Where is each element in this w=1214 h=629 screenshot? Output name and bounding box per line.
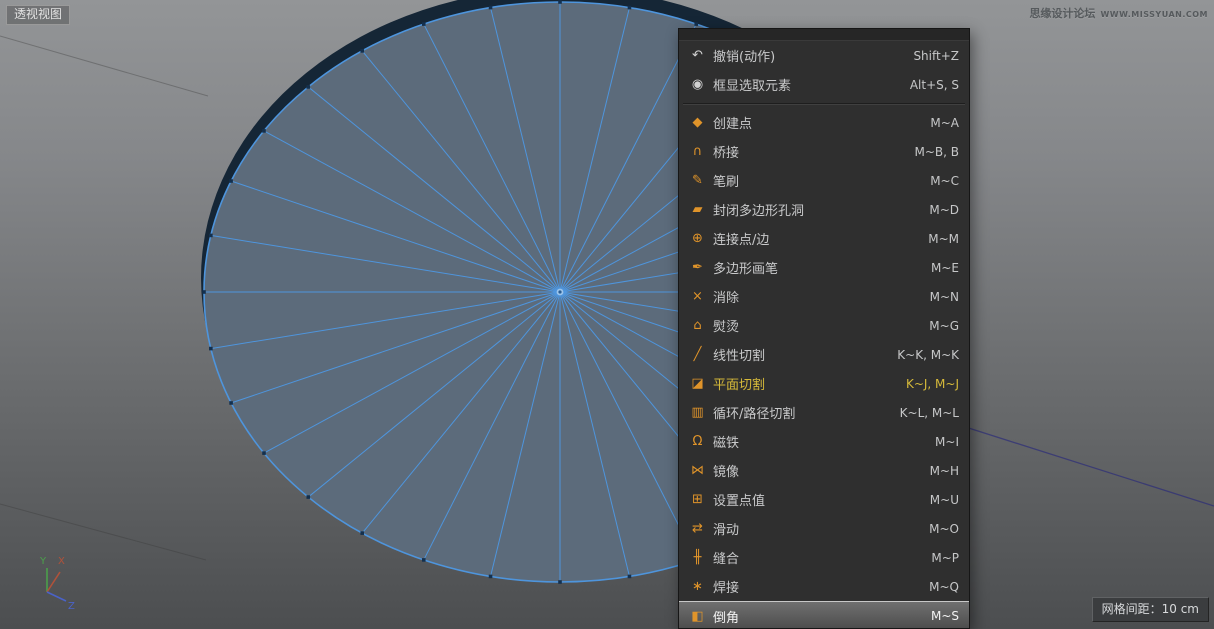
bridge-icon: ∩ bbox=[688, 145, 707, 158]
menu-item-shortcut: M~A bbox=[930, 116, 959, 130]
viewport: 透视视图 思缘设计论坛 WWW.MISSYUAN.COM Y X Z 网格间距：… bbox=[0, 0, 1214, 629]
menu-item-label: 创建点 bbox=[713, 113, 752, 132]
menu-item-label: 桥接 bbox=[713, 142, 739, 161]
menu-item-label: 平面切割 bbox=[713, 374, 765, 393]
loop-cut-icon: ▥ bbox=[688, 406, 707, 419]
menu-item-shortcut: K~J, M~J bbox=[906, 377, 959, 391]
menu-item-label: 框显选取元素 bbox=[713, 75, 791, 94]
menu-item-shortcut: M~H bbox=[930, 464, 959, 478]
menu-item-label: 撤销(动作) bbox=[713, 46, 775, 65]
menu-item-shortcut: M~N bbox=[930, 290, 959, 304]
brush-icon: ✎ bbox=[688, 174, 707, 187]
menu-item-label: 循环/路径切割 bbox=[713, 403, 795, 422]
line-cut-icon: ╱ bbox=[688, 348, 707, 361]
axis-x-line bbox=[47, 572, 60, 592]
menu-item-weld[interactable]: ∗ 焊接 M~Q bbox=[679, 572, 969, 601]
dissolve-icon: × bbox=[688, 290, 707, 303]
watermark-title: 思缘设计论坛 bbox=[1029, 5, 1095, 21]
menu-item-magnet[interactable]: Ω 磁铁 M~I bbox=[679, 427, 969, 456]
menu-item-label: 缝合 bbox=[713, 548, 739, 567]
slide-icon: ⇄ bbox=[688, 522, 707, 535]
menu-item-label: 封闭多边形孔洞 bbox=[713, 200, 804, 219]
menu-item-label: 连接点/边 bbox=[713, 229, 769, 248]
menu-item-shortcut: Shift+Z bbox=[913, 49, 959, 63]
menu-item-create-point[interactable]: ◆ 创建点 M~A bbox=[679, 108, 969, 137]
menu-item-shortcut: K~L, M~L bbox=[900, 406, 959, 420]
viewport-view-label[interactable]: 透视视图 bbox=[6, 5, 70, 25]
connect-icon: ⊕ bbox=[688, 232, 707, 245]
menu-item-bridge[interactable]: ∩ 桥接 M~B, B bbox=[679, 137, 969, 166]
menu-item-label: 消除 bbox=[713, 287, 739, 306]
menu-item-shortcut: M~I bbox=[935, 435, 959, 449]
menu-item-mirror[interactable]: ⋈ 镜像 M~H bbox=[679, 456, 969, 485]
menu-item-shortcut: M~U bbox=[930, 493, 959, 507]
menu-item-shortcut: M~Q bbox=[929, 580, 959, 594]
menu-item-stitch-sew[interactable]: ╫ 缝合 M~P bbox=[679, 543, 969, 572]
menu-item-shortcut: M~C bbox=[930, 174, 959, 188]
close-hole-icon: ▰ bbox=[688, 203, 707, 216]
menu-item-plane-cut[interactable]: ◪ 平面切割 K~J, M~J bbox=[679, 369, 969, 398]
menu-item-label: 镜像 bbox=[713, 461, 739, 480]
set-point-value-icon: ⊞ bbox=[688, 493, 707, 506]
menu-item-label: 滑动 bbox=[713, 519, 739, 538]
frame-select-icon: ◉ bbox=[688, 78, 707, 91]
menu-item-frame-selected[interactable]: ◉ 框显选取元素 Alt+S, S bbox=[679, 70, 969, 99]
menu-item-loop-path-cut[interactable]: ▥ 循环/路径切割 K~L, M~L bbox=[679, 398, 969, 427]
bevel-icon: ◧ bbox=[688, 610, 707, 623]
axis-gizmo: Y X Z bbox=[28, 547, 92, 613]
watermark: 思缘设计论坛 WWW.MISSYUAN.COM bbox=[1029, 5, 1208, 21]
menu-item-shortcut: M~M bbox=[928, 232, 959, 246]
menu-item-label: 设置点值 bbox=[713, 490, 765, 509]
create-point-icon: ◆ bbox=[688, 116, 707, 129]
menu-item-slide[interactable]: ⇄ 滑动 M~O bbox=[679, 514, 969, 543]
menu-item-shortcut: M~E bbox=[931, 261, 959, 275]
menu-grip[interactable] bbox=[679, 29, 969, 41]
menu-item-shortcut: M~S bbox=[931, 609, 959, 623]
menu-item-close-polygon-hole[interactable]: ▰ 封闭多边形孔洞 M~D bbox=[679, 195, 969, 224]
menu-item-brush[interactable]: ✎ 笔刷 M~C bbox=[679, 166, 969, 195]
menu-item-label: 焊接 bbox=[713, 577, 739, 596]
menu-item-set-point-value[interactable]: ⊞ 设置点值 M~U bbox=[679, 485, 969, 514]
menu-item-shortcut: Alt+S, S bbox=[910, 78, 959, 92]
menu-item-dissolve[interactable]: × 消除 M~N bbox=[679, 282, 969, 311]
menu-item-shortcut: M~B, B bbox=[914, 145, 959, 159]
menu-item-label: 笔刷 bbox=[713, 171, 739, 190]
menu-item-polygon-pen[interactable]: ✒ 多边形画笔 M~E bbox=[679, 253, 969, 282]
menu-item-shortcut: M~D bbox=[929, 203, 959, 217]
scene-svg[interactable] bbox=[0, 0, 1214, 629]
menu-item-label: 倒角 bbox=[713, 607, 739, 626]
iron-icon: ⌂ bbox=[688, 319, 707, 332]
plane-cut-icon: ◪ bbox=[688, 377, 707, 390]
menu-item-label: 磁铁 bbox=[713, 432, 739, 451]
menu-item-label: 线性切割 bbox=[713, 345, 765, 364]
menu-item-shortcut: M~P bbox=[931, 551, 959, 565]
menu-item-shortcut: M~G bbox=[929, 319, 959, 333]
menu-item-shortcut: K~K, M~K bbox=[897, 348, 959, 362]
undo-icon: ↶ bbox=[688, 49, 707, 62]
polygon-pen-icon: ✒ bbox=[688, 261, 707, 274]
magnet-icon: Ω bbox=[688, 435, 707, 448]
context-menu-list: ↶ 撤销(动作) Shift+Z ◉ 框显选取元素 Alt+S, S ◆ 创建点 M~A ∩ 桥接 M… bbox=[679, 41, 969, 629]
axis-y-label: Y bbox=[39, 556, 47, 567]
grid-spacing-status: 网格间距：10 cm bbox=[1092, 597, 1209, 622]
menu-separator bbox=[679, 99, 969, 108]
weld-icon: ∗ bbox=[688, 580, 707, 593]
watermark-url: WWW.MISSYUAN.COM bbox=[1100, 10, 1208, 19]
menu-item-label: 多边形画笔 bbox=[713, 258, 778, 277]
menu-item-shortcut: M~O bbox=[929, 522, 959, 536]
menu-item-undo-action[interactable]: ↶ 撤销(动作) Shift+Z bbox=[679, 41, 969, 70]
mirror-icon: ⋈ bbox=[688, 464, 707, 477]
menu-item-iron[interactable]: ⌂ 熨烫 M~G bbox=[679, 311, 969, 340]
menu-item-connect-points-edges[interactable]: ⊕ 连接点/边 M~M bbox=[679, 224, 969, 253]
menu-item-line-cut[interactable]: ╱ 线性切割 K~K, M~K bbox=[679, 340, 969, 369]
stitch-icon: ╫ bbox=[688, 551, 707, 564]
menu-item-bevel[interactable]: ◧ 倒角 M~S bbox=[679, 601, 969, 629]
context-menu: ↶ 撤销(动作) Shift+Z ◉ 框显选取元素 Alt+S, S ◆ 创建点 M~A ∩ 桥接 M… bbox=[678, 28, 970, 629]
axis-x-label: X bbox=[58, 556, 65, 567]
axis-z-label: Z bbox=[68, 601, 75, 612]
axis-z-line bbox=[47, 592, 66, 601]
menu-item-label: 熨烫 bbox=[713, 316, 739, 335]
